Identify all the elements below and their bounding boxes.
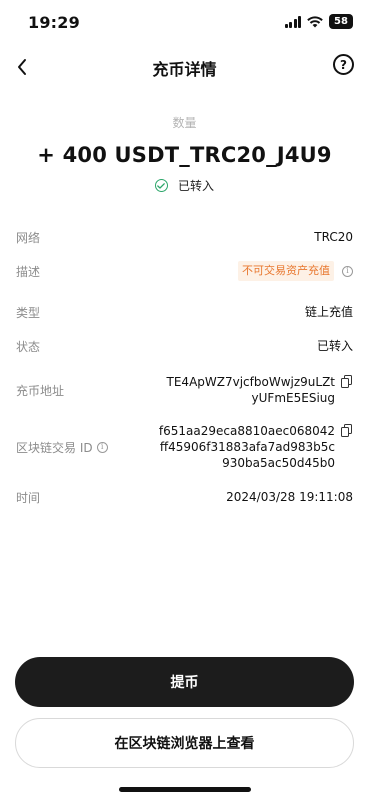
txid-info-icon[interactable]: i: [96, 441, 108, 453]
time-value: 2024/03/28 19:11:08: [226, 490, 353, 504]
view-explorer-button[interactable]: 在区块链浏览器上查看: [15, 718, 354, 768]
detail-row-txid: 区块链交易 ID i f651aa29eca8810aec068042 ff45…: [16, 423, 353, 471]
state-value: 已转入: [316, 339, 353, 353]
detail-row-network: 网络 TRC20: [16, 229, 353, 246]
detail-row-time: 时间 2024/03/28 19:11:08: [16, 489, 353, 506]
home-indicator: [119, 787, 251, 792]
address-text: TE4ApWZ7vjcfboWwjz9uLZt yUFmE5ESiug: [167, 374, 335, 406]
address-line-1: TE4ApWZ7vjcfboWwjz9uLZt: [166, 375, 335, 389]
time-label: 时间: [16, 491, 41, 505]
txid-line-1: f651aa29eca8810aec068042: [158, 424, 335, 438]
deposit-status: 已转入: [0, 177, 369, 194]
detail-row-address: 充币地址 TE4ApWZ7vjcfboWwjz9uLZt yUFmE5ESiug: [16, 374, 353, 406]
address-line-2: yUFmE5ESiug: [251, 391, 335, 405]
description-value: 不可交易资产充值 i: [238, 261, 353, 281]
txid-label-text: 区块链交易 ID: [16, 440, 93, 455]
page-title: 充币详情: [152, 60, 217, 79]
signal-icon: [284, 15, 301, 28]
withdraw-button[interactable]: 提币: [15, 657, 354, 707]
txid-label: 区块链交易 ID i: [16, 423, 108, 471]
deposit-amount: + 400 USDT_TRC20_J4U9: [37, 143, 332, 167]
status-bar: 19:29 58: [0, 0, 369, 44]
txid-line-2: ff45906f31883afa7ad983b5c: [159, 440, 335, 454]
wifi-icon: [307, 15, 323, 27]
detail-row-description: 描述 不可交易资产充值 i: [16, 261, 353, 281]
detail-row-type: 类型 链上充值: [16, 304, 353, 321]
help-button[interactable]: ?: [333, 54, 354, 75]
network-value: TRC20: [314, 230, 353, 244]
address-value: TE4ApWZ7vjcfboWwjz9uLZt yUFmE5ESiug: [167, 374, 353, 406]
copy-txid-icon[interactable]: [341, 424, 353, 438]
state-label: 状态: [16, 340, 41, 354]
info-icon[interactable]: i: [342, 265, 353, 277]
status-time: 19:29: [28, 13, 80, 32]
description-label: 描述: [16, 264, 41, 279]
deposit-status-text: 已转入: [177, 179, 214, 193]
detail-row-state: 状态 已转入: [16, 338, 353, 355]
txid-line-3: 930ba5ac50d45b0: [222, 456, 335, 470]
network-label: 网络: [16, 231, 41, 245]
amount-label: 数量: [172, 116, 197, 130]
type-value: 链上充值: [304, 305, 353, 319]
battery-icon: 58: [329, 14, 353, 29]
copy-address-icon[interactable]: [341, 375, 353, 389]
txid-value: f651aa29eca8810aec068042 ff45906f31883af…: [159, 423, 353, 471]
txid-text: f651aa29eca8810aec068042 ff45906f31883af…: [159, 423, 335, 471]
description-tag: 不可交易资产充值: [238, 261, 334, 281]
check-circle-icon: [154, 179, 168, 192]
address-label: 充币地址: [16, 383, 65, 398]
type-label: 类型: [16, 306, 41, 320]
nav-header: 充币详情 ?: [0, 44, 369, 90]
deposit-summary: 数量 + 400 USDT_TRC20_J4U9 已转入: [0, 110, 369, 194]
status-icons: 58: [284, 14, 353, 29]
help-icon: ?: [340, 57, 347, 72]
